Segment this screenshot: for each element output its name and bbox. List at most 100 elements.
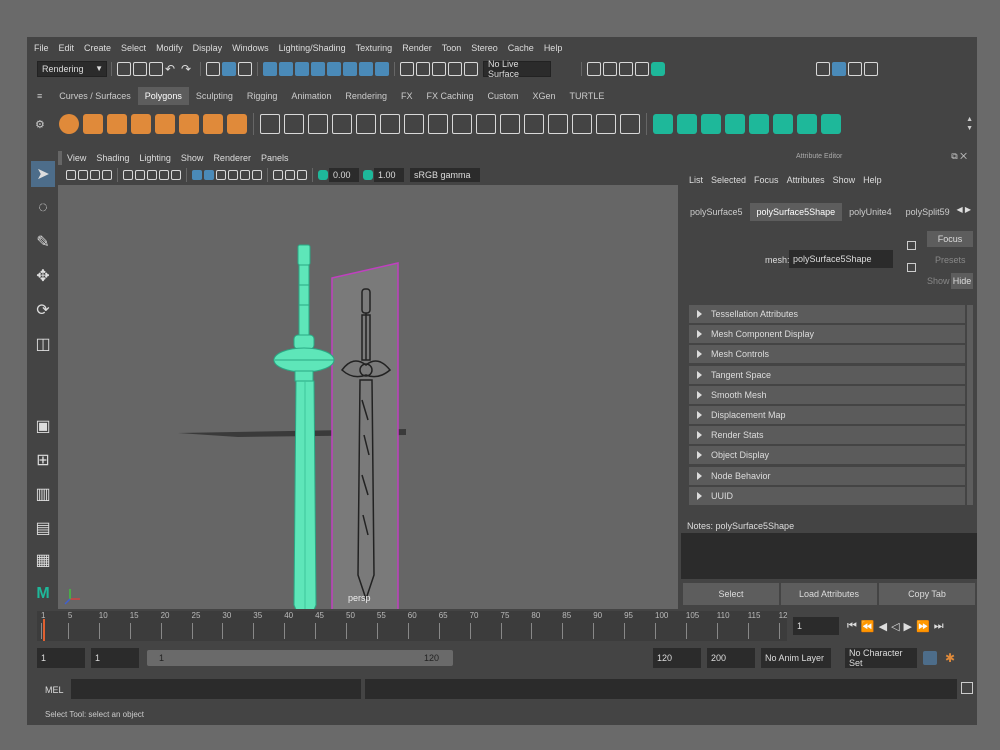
menu-item-texturing[interactable]: Texturing bbox=[351, 43, 398, 53]
gamma-icon[interactable] bbox=[363, 170, 373, 180]
lasso-tool-icon[interactable]: ◌ bbox=[31, 195, 55, 221]
tab-scroll-icon[interactable]: ◀ ▶ bbox=[956, 205, 971, 214]
xray-icon[interactable] bbox=[285, 170, 295, 180]
snap-magnet-icon[interactable] bbox=[375, 62, 389, 76]
menu-item-edit[interactable]: Edit bbox=[54, 43, 80, 53]
copy-tab-button[interactable]: Copy Tab bbox=[879, 583, 975, 605]
extrude-icon[interactable] bbox=[355, 114, 376, 134]
show-input-icon[interactable] bbox=[907, 263, 916, 272]
cylindrical-map-icon[interactable] bbox=[700, 114, 721, 134]
shelf-settings-icon[interactable]: ⚙ bbox=[35, 118, 45, 131]
scale-tool-icon[interactable]: ◫ bbox=[31, 331, 55, 357]
shadows-icon[interactable] bbox=[240, 170, 250, 180]
shelf-tab-curves-surfaces[interactable]: Curves / Surfaces bbox=[52, 87, 138, 105]
menu-item-cache[interactable]: Cache bbox=[503, 43, 539, 53]
time-slider[interactable]: 1 5 10 15 20 25 30 35 40 45 50 55 60 65 70 75 80 85 90 95 10… bbox=[37, 611, 788, 641]
mirror-icon[interactable] bbox=[595, 114, 616, 134]
presets-button[interactable]: Presets bbox=[935, 255, 966, 265]
target-weld-icon[interactable] bbox=[451, 114, 472, 134]
shelf-tab-xgen[interactable]: XGen bbox=[526, 87, 563, 105]
ae-tab-polysurface5shape[interactable]: polySurface5Shape bbox=[749, 203, 843, 221]
modeling-toolkit-icon[interactable] bbox=[816, 62, 830, 76]
menu-item-windows[interactable]: Windows bbox=[227, 43, 274, 53]
boolean-icon[interactable] bbox=[331, 114, 352, 134]
shelf-tab-fx[interactable]: FX bbox=[394, 87, 420, 105]
poly-pipe-icon[interactable] bbox=[226, 114, 247, 134]
exposure-icon[interactable] bbox=[318, 170, 328, 180]
go-to-start-icon[interactable]: ⏮ bbox=[847, 620, 857, 633]
shelf-tab-turtle[interactable]: TURTLE bbox=[563, 87, 612, 105]
auto-key-icon[interactable] bbox=[923, 651, 937, 665]
menu-item-file[interactable]: File bbox=[29, 43, 54, 53]
four-pane-layout-icon[interactable]: ⊞ bbox=[31, 447, 55, 473]
unfold-uv-icon[interactable] bbox=[772, 114, 793, 134]
ae-tab-polysplit59[interactable]: polySplit59 bbox=[899, 203, 957, 221]
shelf-tab-rigging[interactable]: Rigging bbox=[240, 87, 285, 105]
command-line-label[interactable]: MEL bbox=[45, 685, 64, 695]
input-icon[interactable] bbox=[416, 62, 430, 76]
xray-joints-icon[interactable] bbox=[297, 170, 307, 180]
viewport-menu-show[interactable]: Show bbox=[176, 153, 209, 163]
go-to-end-icon[interactable]: ⏭ bbox=[934, 620, 944, 633]
automatic-map-icon[interactable] bbox=[748, 114, 769, 134]
camera-attributes-icon[interactable] bbox=[78, 170, 88, 180]
checker-map-icon[interactable] bbox=[820, 114, 841, 134]
step-back-key-icon[interactable]: ⏪ bbox=[861, 620, 875, 633]
ambient-occlusion-icon[interactable] bbox=[252, 170, 262, 180]
film-gate-icon[interactable] bbox=[135, 170, 145, 180]
menu-set-dropdown[interactable]: Rendering ▼ bbox=[37, 61, 107, 77]
select-button[interactable]: Select bbox=[683, 583, 779, 605]
anim-prefs-icon[interactable]: ✱ bbox=[945, 651, 955, 665]
select-component-icon[interactable] bbox=[238, 62, 252, 76]
ae-menu-show[interactable]: Show bbox=[829, 175, 860, 185]
isolate-select-icon[interactable] bbox=[273, 170, 283, 180]
smooth-icon[interactable] bbox=[307, 114, 328, 134]
new-scene-icon[interactable] bbox=[117, 62, 131, 76]
ae-section-smooth-mesh[interactable]: Smooth Mesh bbox=[689, 385, 965, 404]
menu-item-render[interactable]: Render bbox=[397, 43, 437, 53]
focus-button[interactable]: Focus bbox=[927, 231, 973, 247]
viewport-menu-lighting[interactable]: Lighting bbox=[134, 153, 176, 163]
poly-sphere-icon[interactable] bbox=[58, 114, 79, 134]
move-tool-icon[interactable]: ✥ bbox=[31, 263, 55, 289]
shelf-tab-rendering[interactable]: Rendering bbox=[338, 87, 394, 105]
channel-box-icon[interactable] bbox=[864, 62, 878, 76]
render-view-icon[interactable] bbox=[587, 62, 601, 76]
open-scene-icon[interactable] bbox=[133, 62, 147, 76]
bookmark-icon[interactable] bbox=[90, 170, 100, 180]
ipr-render-icon[interactable] bbox=[619, 62, 633, 76]
construction-icon[interactable] bbox=[448, 62, 462, 76]
layout-uv-icon[interactable] bbox=[796, 114, 817, 134]
multi-cut-icon[interactable] bbox=[427, 114, 448, 134]
color-space-dropdown[interactable]: sRGB gamma bbox=[410, 168, 480, 182]
output-icon[interactable] bbox=[432, 62, 446, 76]
single-pane-layout-icon[interactable]: ▣ bbox=[31, 413, 55, 439]
ae-section-node-behavior[interactable]: Node Behavior bbox=[689, 466, 965, 485]
shelf-tab-polygons[interactable]: Polygons bbox=[137, 87, 189, 105]
float-panel-icon[interactable]: ⧉ ✕ bbox=[951, 151, 967, 162]
snap-view-icon[interactable] bbox=[327, 62, 341, 76]
poly-torus-icon[interactable] bbox=[154, 114, 175, 134]
tool-settings-icon[interactable] bbox=[848, 62, 862, 76]
attribute-editor-toggle-icon[interactable] bbox=[832, 62, 846, 76]
shelf-scroll-icon[interactable]: ▲ ▼ bbox=[966, 115, 973, 133]
undo-icon[interactable]: ↶ bbox=[165, 62, 179, 76]
menu-item-help[interactable]: Help bbox=[539, 43, 568, 53]
poly-cylinder-icon[interactable] bbox=[106, 114, 127, 134]
ae-section-displacement-map[interactable]: Displacement Map bbox=[689, 406, 965, 424]
menu-item-select[interactable]: Select bbox=[116, 43, 151, 53]
spherical-map-icon[interactable] bbox=[724, 114, 745, 134]
render-settings-icon[interactable] bbox=[635, 62, 649, 76]
gamma-field[interactable]: 1.00 bbox=[374, 168, 404, 182]
uv-editor-icon[interactable] bbox=[652, 114, 673, 134]
poly-cone-icon[interactable] bbox=[130, 114, 151, 134]
camera-select-icon[interactable] bbox=[66, 170, 76, 180]
snap-point-icon[interactable] bbox=[295, 62, 309, 76]
render-frame-icon[interactable] bbox=[603, 62, 617, 76]
poly-disc-icon[interactable] bbox=[202, 114, 223, 134]
offset-edge-loop-icon[interactable] bbox=[499, 114, 520, 134]
redo-icon[interactable]: ↷ bbox=[181, 62, 195, 76]
shelf-tab-sculpting[interactable]: Sculpting bbox=[189, 87, 240, 105]
ae-section-mesh-controls[interactable]: Mesh Controls bbox=[689, 345, 965, 364]
bridge-icon[interactable] bbox=[379, 114, 400, 134]
